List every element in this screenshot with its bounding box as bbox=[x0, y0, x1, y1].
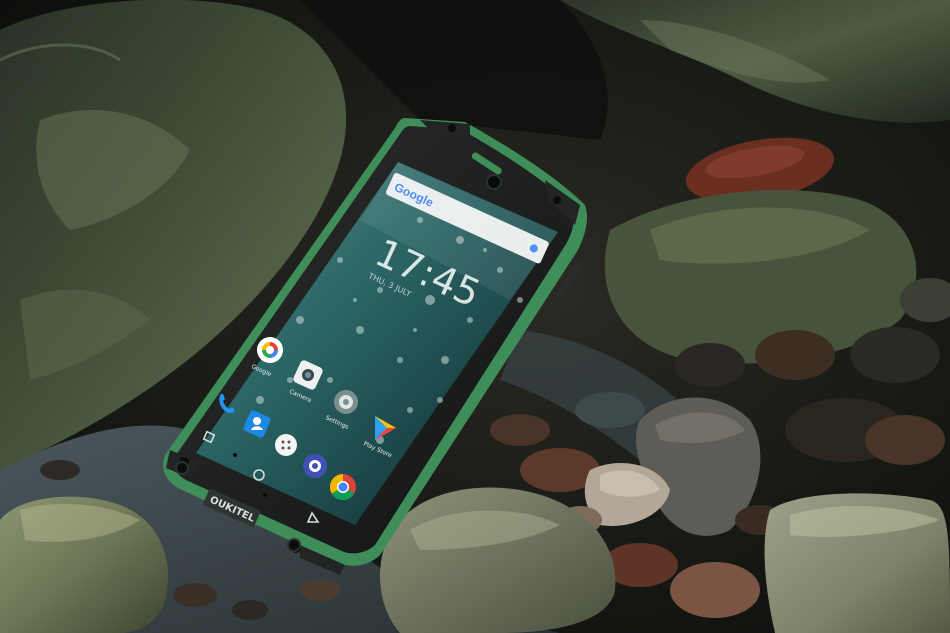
messages-app[interactable] bbox=[303, 454, 327, 478]
chrome-app[interactable] bbox=[329, 473, 356, 501]
product-photo: Google 17:45 THU, 3 JULY Google Camera S… bbox=[0, 0, 950, 633]
app-drawer[interactable] bbox=[275, 434, 297, 456]
app-drawer-icon bbox=[275, 434, 297, 456]
front-camera-icon bbox=[486, 174, 502, 190]
